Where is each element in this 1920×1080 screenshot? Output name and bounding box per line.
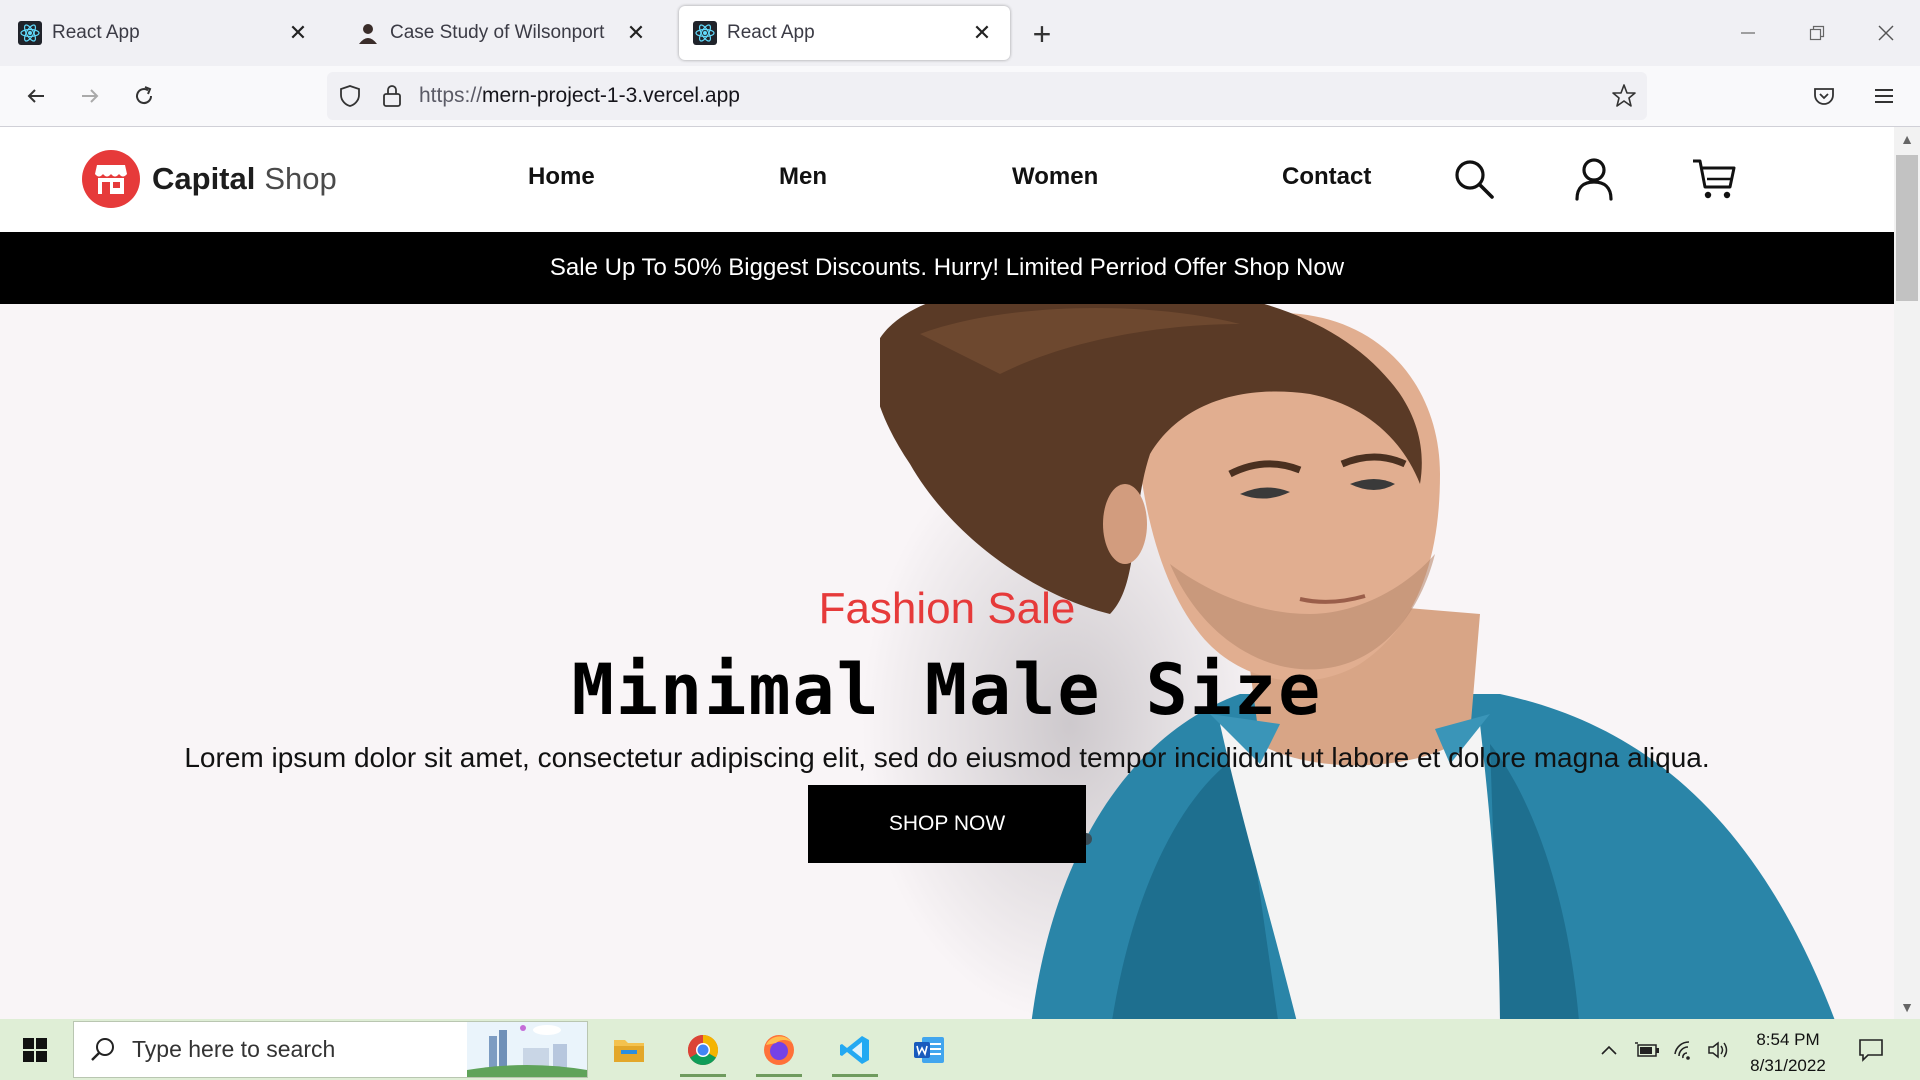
scroll-down-icon[interactable]: ▼: [1894, 995, 1920, 1019]
nav-link-women[interactable]: Women: [1012, 163, 1098, 191]
browser-tab-3[interactable]: React App ✕: [679, 6, 1010, 60]
person-icon: [356, 21, 380, 45]
reload-icon[interactable]: [124, 76, 164, 116]
hero-subtitle: Fashion Sale: [818, 584, 1076, 633]
running-indicator: [832, 1074, 878, 1077]
back-icon[interactable]: [16, 76, 56, 116]
tab-title: React App: [52, 22, 140, 43]
address-bar[interactable]: https://mern-project-1-3.vercel.app: [327, 72, 1647, 120]
page-viewport: Capital Shop Home Men Women Contact Sale…: [0, 127, 1894, 1019]
word-icon[interactable]: [898, 1023, 960, 1077]
running-indicator: [680, 1074, 726, 1077]
firefox-icon[interactable]: [748, 1023, 810, 1077]
react-icon: [693, 21, 717, 45]
minimize-icon[interactable]: [1718, 10, 1778, 56]
page-scrollbar[interactable]: ▲ ▼: [1894, 127, 1920, 1019]
nav-link-home[interactable]: Home: [528, 163, 595, 191]
url-text[interactable]: https://mern-project-1-3.vercel.app: [419, 84, 740, 108]
browser-tab-bar: React App ✕ Case Study of Wilsonport ✕ R…: [0, 0, 1920, 66]
forward-icon[interactable]: [70, 76, 110, 116]
windows-start-icon[interactable]: [10, 1029, 60, 1071]
nav-link-men[interactable]: Men: [779, 163, 827, 191]
notifications-icon[interactable]: [1856, 1035, 1886, 1065]
chrome-icon[interactable]: [672, 1023, 734, 1077]
search-icon[interactable]: [1448, 153, 1500, 205]
tab-title: React App: [727, 22, 815, 43]
hero-paragraph: Lorem ipsum dolor sit amet, consectetur …: [184, 742, 1710, 773]
menu-icon[interactable]: [1864, 76, 1904, 116]
cart-icon[interactable]: [1688, 153, 1740, 205]
clock-time: 8:54 PM: [1756, 1030, 1820, 1049]
file-explorer-icon[interactable]: [598, 1023, 660, 1077]
running-indicator: [756, 1074, 802, 1077]
scroll-up-icon[interactable]: ▲: [1894, 127, 1920, 151]
shield-icon[interactable]: [337, 83, 363, 114]
promo-banner[interactable]: Sale Up To 50% Biggest Discounts. Hurry!…: [0, 232, 1894, 304]
restore-icon[interactable]: [1787, 10, 1847, 56]
clock-date: 8/31/2022: [1750, 1056, 1826, 1075]
site-header: Capital Shop Home Men Women Contact: [0, 127, 1894, 232]
url-host: mern-project-1-3.vercel.app: [482, 84, 740, 107]
close-tab-icon[interactable]: ✕: [622, 19, 650, 47]
logo-word-capital: Capital: [152, 161, 256, 196]
scrollbar-thumb[interactable]: [1896, 155, 1918, 301]
react-icon: [18, 21, 42, 45]
hero-headline: Minimal Male Size: [571, 649, 1323, 731]
new-tab-button[interactable]: +: [1024, 16, 1060, 52]
browser-tab-1[interactable]: React App ✕: [4, 6, 326, 60]
taskbar-search-placeholder: Type here to search: [132, 1036, 336, 1062]
lock-icon[interactable]: [381, 83, 403, 114]
battery-icon[interactable]: [1634, 1037, 1660, 1063]
tab-title: Case Study of Wilsonport: [390, 22, 605, 43]
taskbar-search-box[interactable]: Type here to search: [73, 1021, 588, 1078]
windows-taskbar: Type here to search 8:54 PM 8/31/2022: [0, 1019, 1920, 1080]
site-logo[interactable]: Capital Shop: [82, 149, 337, 209]
chevron-up-icon[interactable]: [1596, 1037, 1622, 1063]
wifi-icon[interactable]: [1672, 1037, 1698, 1063]
system-clock[interactable]: 8:54 PM 8/31/2022: [1720, 1027, 1856, 1079]
vscode-icon[interactable]: [824, 1023, 886, 1077]
url-scheme: https://: [419, 84, 483, 107]
bookmark-star-icon[interactable]: [1611, 83, 1637, 114]
nav-link-contact[interactable]: Contact: [1282, 163, 1371, 191]
logo-word-shop: Shop: [264, 161, 337, 196]
city-skyline-icon: [467, 1022, 587, 1080]
hero-section: Fashion Sale Minimal Male Size Lorem ips…: [0, 304, 1894, 1019]
user-icon[interactable]: [1568, 153, 1620, 205]
pocket-icon[interactable]: [1804, 76, 1844, 116]
browser-tab-2[interactable]: Case Study of Wilsonport ✕: [342, 6, 664, 60]
close-tab-icon[interactable]: ✕: [968, 19, 996, 47]
close-window-icon[interactable]: [1856, 10, 1916, 56]
search-icon: [90, 1037, 116, 1068]
close-tab-icon[interactable]: ✕: [284, 19, 312, 47]
shop-now-button[interactable]: SHOP NOW: [808, 785, 1086, 863]
shop-logo-icon: [82, 150, 140, 208]
